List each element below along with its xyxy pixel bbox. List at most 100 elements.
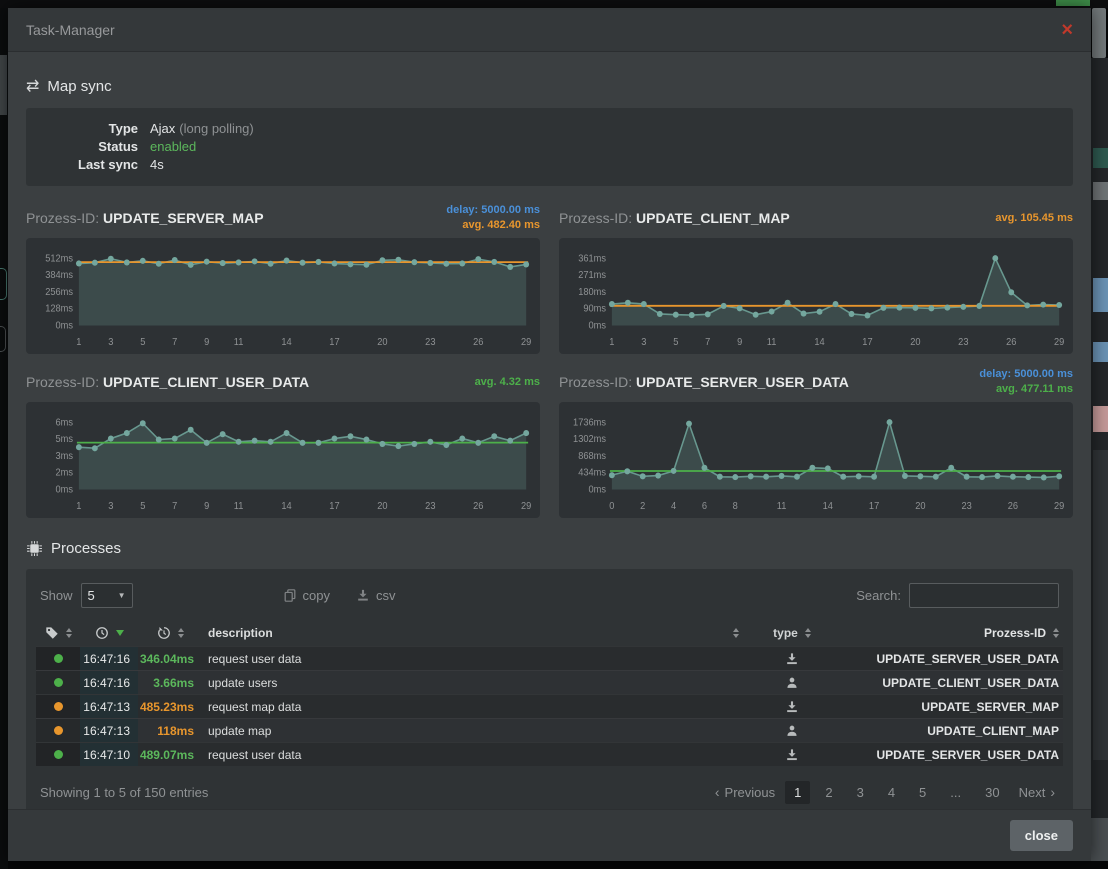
svg-text:384ms: 384ms: [45, 270, 73, 281]
download-icon: [785, 652, 799, 666]
background-page-fragment: [1093, 406, 1108, 432]
status-cell: [36, 719, 80, 742]
page-button-4[interactable]: 4: [879, 781, 904, 804]
page-button-...[interactable]: ...: [941, 781, 970, 804]
svg-text:256ms: 256ms: [45, 287, 73, 298]
processes-toolbar: Show 5 ▼ copy csv: [36, 581, 1063, 620]
background-page-fragment: [0, 55, 7, 115]
chart-meta: avg. 4.32 ms: [475, 375, 540, 390]
table-row[interactable]: 16:47:13485.23msrequest map dataUPDATE_S…: [36, 694, 1063, 718]
svg-text:1: 1: [76, 337, 81, 348]
dialog-body: ⇄ Map sync Type Ajax (long polling) Stat…: [8, 52, 1091, 809]
description-cell: request map data: [202, 695, 749, 718]
csv-button[interactable]: csv: [356, 588, 396, 603]
status-value: enabled: [150, 138, 196, 156]
svg-text:3: 3: [641, 337, 646, 348]
time-cell: 16:47:16: [80, 671, 138, 694]
type-cell: [749, 719, 835, 742]
duration-cell: 118ms: [138, 719, 202, 742]
status-dot: [54, 654, 63, 663]
page-button-5[interactable]: 5: [910, 781, 935, 804]
status-dot: [54, 750, 63, 759]
svg-text:7: 7: [172, 337, 177, 348]
processes-footer: Showing 1 to 5 of 150 entries ‹Previous1…: [36, 780, 1063, 804]
chart-svg: 1736ms1302ms868ms434ms0ms024681114172023…: [565, 410, 1067, 516]
history-icon: [157, 626, 171, 640]
svg-text:6: 6: [702, 501, 707, 512]
chart-plot-area: 1736ms1302ms868ms434ms0ms024681114172023…: [559, 402, 1073, 518]
column-prozess-id[interactable]: Prozess-ID: [835, 620, 1063, 646]
table-row[interactable]: 16:47:163.66msupdate usersUPDATE_CLIENT_…: [36, 670, 1063, 694]
column-description[interactable]: description: [202, 620, 749, 646]
svg-text:3: 3: [108, 337, 113, 348]
type-label: Type: [42, 120, 150, 138]
sort-desc-icon: [116, 630, 124, 636]
column-type[interactable]: type: [749, 620, 835, 646]
csv-button-label: csv: [376, 588, 396, 603]
status-cell: [36, 743, 80, 766]
type-value: Ajax: [150, 120, 175, 138]
chart-title: Prozess-ID: UPDATE_CLIENT_USER_DATA: [26, 374, 309, 390]
chart-avg-label: avg. 477.11 ms: [979, 382, 1073, 397]
table-row[interactable]: 16:47:13118msupdate mapUPDATE_CLIENT_MAP: [36, 718, 1063, 742]
background-left-strip: [0, 8, 8, 869]
svg-text:14: 14: [281, 337, 291, 348]
svg-text:361ms: 361ms: [578, 253, 606, 264]
column-duration[interactable]: [138, 620, 202, 646]
page-button-30[interactable]: 30: [976, 781, 1008, 804]
search-input[interactable]: [909, 583, 1059, 608]
background-page-fragment: [1093, 450, 1108, 760]
status-label: Status: [42, 138, 150, 156]
svg-text:11: 11: [234, 337, 244, 348]
background-page-fragment: [0, 326, 6, 352]
svg-text:180ms: 180ms: [578, 287, 606, 298]
page-length-select[interactable]: 5 ▼: [81, 583, 133, 608]
next-page-button[interactable]: Next›: [1015, 780, 1059, 804]
prozess-id-cell: UPDATE_SERVER_USER_DATA: [835, 647, 1063, 670]
dialog-title: Task-Manager: [26, 22, 115, 38]
sync-arrows-icon: ⇄: [26, 76, 39, 96]
status-cell: [36, 671, 80, 694]
svg-text:271ms: 271ms: [578, 270, 606, 281]
dialog-header: Task-Manager ×: [8, 8, 1091, 52]
page-button-3[interactable]: 3: [848, 781, 873, 804]
chart-svg: 361ms271ms180ms90ms0ms135791114172023262…: [565, 246, 1067, 352]
download-icon: [785, 748, 799, 762]
charts-grid: Prozess-ID: UPDATE_SERVER_MAPdelay: 5000…: [26, 202, 1073, 518]
page-button-2[interactable]: 2: [816, 781, 841, 804]
close-icon[interactable]: ×: [1061, 20, 1073, 40]
column-time[interactable]: [80, 620, 138, 646]
pagination: ‹Previous 12345... 30 Next›: [711, 780, 1059, 804]
svg-text:23: 23: [425, 337, 435, 348]
sort-icon: [178, 628, 184, 638]
type-cell: [749, 695, 835, 718]
type-cell: [749, 671, 835, 694]
description-cell: request user data: [202, 647, 749, 670]
table-row[interactable]: 16:47:16346.04msrequest user dataUPDATE_…: [36, 646, 1063, 670]
svg-text:5: 5: [140, 501, 145, 512]
page-button-1[interactable]: 1: [785, 781, 810, 804]
svg-text:0ms: 0ms: [56, 484, 74, 495]
table-body: 16:47:16346.04msrequest user dataUPDATE_…: [36, 646, 1063, 766]
svg-text:17: 17: [329, 501, 339, 512]
clock-icon: [95, 626, 109, 640]
previous-page-button[interactable]: ‹Previous: [711, 780, 779, 804]
svg-text:26: 26: [473, 337, 483, 348]
background-page-fragment: [1093, 278, 1108, 312]
type-extra: (long polling): [179, 120, 253, 138]
status-cell: [36, 647, 80, 670]
chart-title: Prozess-ID: UPDATE_SERVER_USER_DATA: [559, 374, 849, 390]
svg-text:20: 20: [915, 501, 925, 512]
svg-text:0ms: 0ms: [56, 320, 74, 331]
column-status[interactable]: [36, 620, 80, 646]
chart-avg-label: avg. 4.32 ms: [475, 375, 540, 390]
close-button[interactable]: close: [1010, 820, 1073, 851]
tag-icon: [45, 626, 59, 640]
svg-text:3ms: 3ms: [56, 451, 74, 462]
background-scrollbar[interactable]: [1092, 8, 1106, 58]
copy-button[interactable]: copy: [283, 588, 330, 603]
last-sync-label: Last sync: [42, 156, 150, 174]
prozess-id-cell: UPDATE_SERVER_MAP: [835, 695, 1063, 718]
chart-card-update_server_map: Prozess-ID: UPDATE_SERVER_MAPdelay: 5000…: [26, 202, 540, 354]
table-row[interactable]: 16:47:10489.07msrequest user dataUPDATE_…: [36, 742, 1063, 766]
